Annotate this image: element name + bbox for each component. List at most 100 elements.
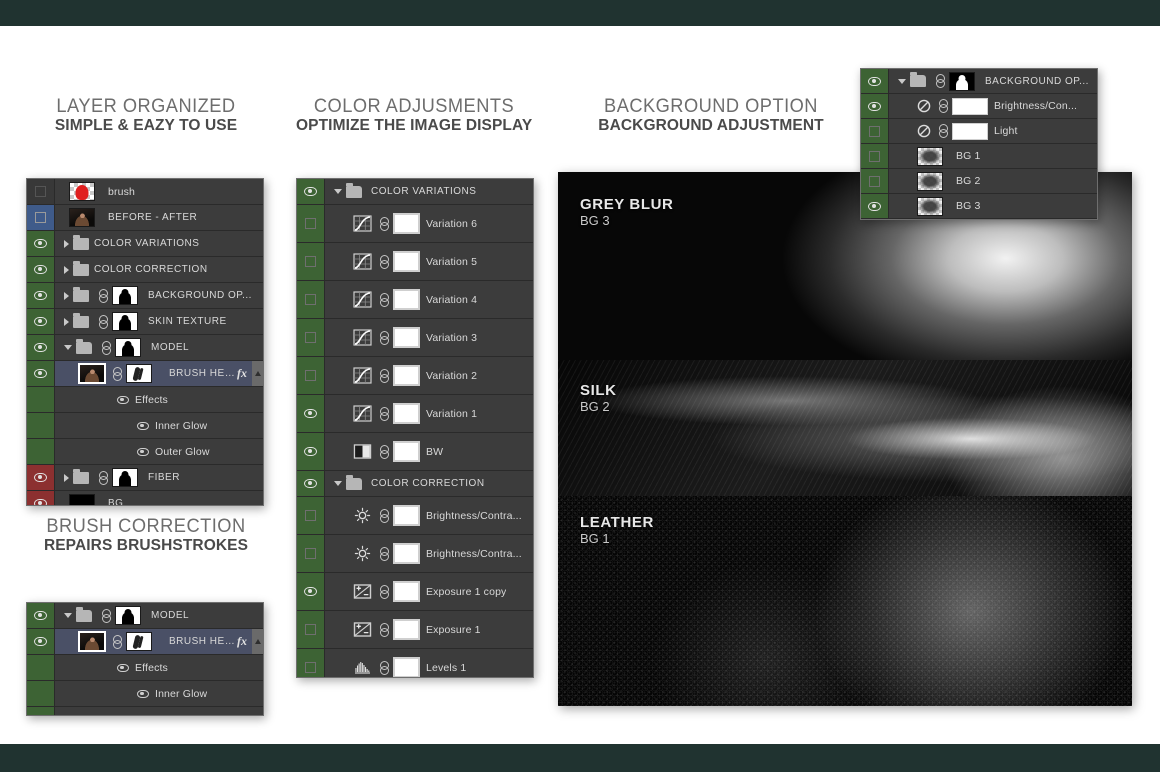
visibility-toggle[interactable]	[297, 497, 325, 534]
layer-group-row[interactable]: MODEL	[27, 335, 263, 361]
link-mask-icon[interactable]	[935, 74, 945, 88]
layer-mask-thumbnail[interactable]	[393, 327, 420, 348]
visibility-toggle[interactable]	[861, 119, 889, 143]
scrollbar-thumb[interactable]	[252, 629, 263, 654]
layer-mask-thumbnail[interactable]	[112, 312, 138, 331]
layer-group-row[interactable]: COLOR CORRECTION	[297, 471, 533, 497]
layer-row[interactable]: BG 2	[861, 169, 1097, 194]
visibility-toggle[interactable]	[297, 471, 325, 496]
visibility-toggle[interactable]	[297, 319, 325, 356]
layers-panel-background-option[interactable]: BACKGROUND OP... Brightness/Con... Light…	[860, 68, 1098, 220]
link-mask-icon[interactable]	[379, 546, 389, 561]
adjustment-layer-row[interactable]: Brightness/Contra...	[297, 535, 533, 573]
visibility-toggle[interactable]	[297, 649, 325, 677]
visibility-toggle[interactable]	[861, 94, 889, 118]
layer-thumbnail-photo[interactable]	[78, 631, 106, 652]
link-mask-icon[interactable]	[938, 124, 948, 138]
layer-mask-thumbnail[interactable]	[393, 289, 420, 310]
visibility-toggle[interactable]	[297, 395, 325, 432]
layer-mask-thumbnail[interactable]	[393, 619, 420, 640]
layer-thumbnail-black[interactable]	[69, 494, 95, 505]
visibility-toggle[interactable]	[27, 257, 55, 282]
visibility-toggle[interactable]	[27, 491, 55, 505]
link-mask-icon[interactable]	[379, 584, 389, 599]
visibility-toggle[interactable]	[27, 231, 55, 256]
visibility-toggle[interactable]	[27, 335, 55, 360]
link-mask-icon[interactable]	[938, 99, 948, 113]
layer-row-selected[interactable]: BRUSH HERE fx	[27, 361, 263, 387]
adjustment-layer-row[interactable]: Variation 1	[297, 395, 533, 433]
layer-row[interactable]: BEFORE - AFTER	[27, 205, 263, 231]
effects-row[interactable]: Effects	[27, 387, 263, 413]
chevron-right-icon[interactable]	[64, 239, 69, 248]
layer-mask-thumbnail[interactable]	[393, 581, 420, 602]
layer-row[interactable]: BG 3	[861, 194, 1097, 219]
layer-group-row[interactable]: COLOR VARIATIONS	[297, 179, 533, 205]
adjustment-layer-row[interactable]: Brightness/Con...	[861, 94, 1097, 119]
visibility-toggle[interactable]	[27, 205, 55, 230]
adjustment-layer-row[interactable]: Light	[861, 119, 1097, 144]
link-mask-icon[interactable]	[101, 608, 111, 623]
visibility-toggle[interactable]	[861, 144, 889, 168]
layer-row[interactable]: BG 1	[861, 144, 1097, 169]
visibility-toggle[interactable]	[27, 603, 55, 628]
layer-group-row[interactable]: COLOR CORRECTION	[27, 257, 263, 283]
layer-mask-thumbnail[interactable]	[115, 606, 141, 625]
effects-badge[interactable]: fx	[237, 634, 252, 649]
chevron-down-icon[interactable]	[898, 78, 906, 84]
link-mask-icon[interactable]	[112, 634, 122, 649]
layer-mask-thumbnail[interactable]	[952, 97, 988, 115]
layer-row[interactable]: brush	[27, 179, 263, 205]
effect-row[interactable]: Outer Glow	[27, 707, 263, 717]
adjustment-layer-row[interactable]: Exposure 1 copy	[297, 573, 533, 611]
link-mask-icon[interactable]	[98, 288, 108, 303]
layer-thumbnail-photo[interactable]	[69, 208, 95, 227]
chevron-right-icon[interactable]	[64, 473, 69, 482]
link-mask-icon[interactable]	[98, 314, 108, 329]
visibility-toggle[interactable]	[27, 283, 55, 308]
chevron-right-icon[interactable]	[64, 317, 69, 326]
layer-mask-thumbnail[interactable]	[393, 657, 420, 677]
adjustment-layer-row[interactable]: Variation 2	[297, 357, 533, 395]
visibility-toggle[interactable]	[27, 309, 55, 334]
link-mask-icon[interactable]	[379, 406, 389, 421]
adjustment-layer-row[interactable]: Brightness/Contra...	[297, 497, 533, 535]
layer-mask-thumbnail[interactable]	[112, 468, 138, 487]
chevron-down-icon[interactable]	[334, 481, 342, 486]
visibility-toggle[interactable]	[27, 629, 55, 654]
visibility-toggle[interactable]	[297, 205, 325, 242]
effect-row[interactable]: Inner Glow	[27, 413, 263, 439]
adjustment-layer-row[interactable]: Exposure 1	[297, 611, 533, 649]
layer-group-row[interactable]: COLOR VARIATIONS	[27, 231, 263, 257]
visibility-toggle[interactable]	[297, 611, 325, 648]
layers-panel-organized[interactable]: brush BEFORE - AFTER COLOR VARIATIONS CO…	[26, 178, 264, 506]
eye-icon[interactable]	[117, 395, 129, 404]
layers-panel-brush-correction[interactable]: MODEL BRUSH HERE fx Effects Inner Glow	[26, 602, 264, 716]
chevron-down-icon[interactable]	[334, 189, 342, 194]
layer-mask-thumbnail[interactable]	[393, 505, 420, 526]
link-mask-icon[interactable]	[379, 368, 389, 383]
chevron-down-icon[interactable]	[64, 345, 72, 350]
layer-mask-thumbnail[interactable]	[126, 364, 152, 383]
eye-icon[interactable]	[137, 716, 149, 717]
layer-group-row[interactable]: FIBER	[27, 465, 263, 491]
visibility-toggle[interactable]	[27, 465, 55, 490]
layer-mask-thumbnail[interactable]	[393, 365, 420, 386]
visibility-toggle[interactable]	[861, 169, 889, 193]
layer-group-row[interactable]: BACKGROUND OP...	[27, 283, 263, 309]
link-mask-icon[interactable]	[379, 254, 389, 269]
eye-icon[interactable]	[117, 663, 129, 672]
layer-mask-thumbnail[interactable]	[949, 71, 975, 91]
visibility-toggle[interactable]	[297, 357, 325, 394]
layer-thumbnail-photo[interactable]	[78, 363, 106, 384]
layer-thumbnail-bg[interactable]	[917, 146, 943, 166]
layer-mask-thumbnail[interactable]	[952, 122, 988, 140]
eye-icon[interactable]	[137, 421, 149, 430]
layer-mask-thumbnail[interactable]	[393, 251, 420, 272]
layer-mask-thumbnail[interactable]	[393, 441, 420, 462]
effect-row[interactable]: Inner Glow	[27, 681, 263, 707]
chevron-down-icon[interactable]	[64, 613, 72, 618]
effect-row[interactable]: Outer Glow	[27, 439, 263, 465]
layers-panel-color-adjusments[interactable]: COLOR VARIATIONS Variation 6 Variation 5…	[296, 178, 534, 678]
layer-row-selected[interactable]: BRUSH HERE fx	[27, 629, 263, 655]
